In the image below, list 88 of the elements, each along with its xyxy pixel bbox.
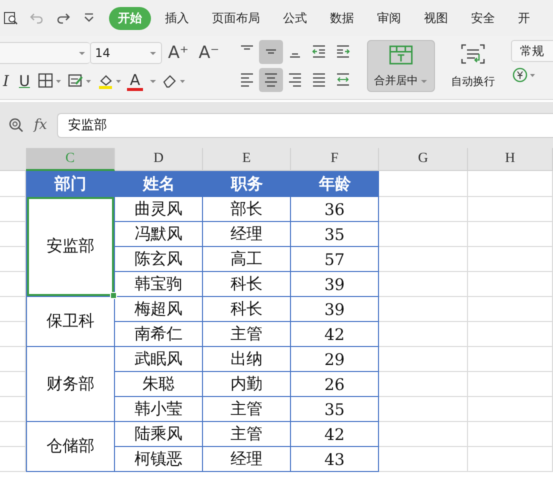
age-cell: 43: [291, 447, 379, 472]
age-cell: 35: [291, 397, 379, 422]
title-cell: 内勤: [203, 372, 291, 397]
age-cell: 42: [291, 322, 379, 347]
empty-cell: [0, 297, 26, 322]
age-cell: 42: [291, 422, 379, 447]
name-cell: 武眠风: [115, 347, 203, 372]
caret-icon[interactable]: [149, 77, 158, 85]
title-cell: 主管: [203, 397, 291, 422]
menu-tab[interactable]: 公式: [274, 6, 316, 30]
center-align-icon[interactable]: [259, 68, 284, 92]
name-cell: 韩小莹: [115, 397, 203, 422]
name-cell: 韩宝驹: [115, 272, 203, 297]
formula-input[interactable]: 安监部: [57, 112, 553, 138]
title-cell: 部长: [203, 197, 291, 222]
merge-cells-icon: [388, 44, 414, 66]
function-label[interactable]: fx: [34, 117, 48, 133]
title-cell: 科长: [203, 272, 291, 297]
age-cell: 39: [291, 272, 379, 297]
column-header[interactable]: G: [379, 148, 468, 171]
menu-tab[interactable]: 页面布局: [203, 6, 269, 30]
caret-icon[interactable]: [78, 49, 86, 57]
header-cell: 职务: [203, 171, 291, 197]
name-cell: 梅超风: [115, 297, 203, 322]
font-size-field[interactable]: 14: [90, 42, 162, 64]
title-cell: 高工: [203, 247, 291, 272]
menu-tab[interactable]: 开: [509, 6, 539, 30]
title-cell: 经理: [203, 222, 291, 247]
middle-align-icon[interactable]: [259, 40, 284, 64]
wrap-text-button[interactable]: 自动换行: [447, 40, 500, 92]
empty-cell: [0, 347, 26, 372]
empty-cell: [0, 447, 26, 472]
wrap-text-icon: [460, 43, 486, 65]
title-cell: 经理: [203, 447, 291, 472]
header-cell: 部门: [26, 171, 115, 197]
number-format-field[interactable]: 常规: [511, 40, 553, 62]
decrease-font-button[interactable]: A⁻: [194, 43, 224, 63]
font-size-value: 14: [95, 46, 110, 60]
name-cell: 陈玄风: [115, 247, 203, 272]
age-cell: 39: [291, 297, 379, 322]
department-cell: 安监部: [26, 197, 115, 297]
menu-tab[interactable]: 插入: [156, 6, 198, 30]
menu-tab[interactable]: 数据: [321, 6, 363, 30]
empty-cell: [0, 397, 26, 422]
department-cell: 保卫科: [26, 297, 115, 347]
menu-tab[interactable]: 视图: [415, 6, 457, 30]
wrap-text-label: 自动换行: [451, 74, 496, 89]
italic-button[interactable]: I: [0, 72, 12, 90]
merge-center-button[interactable]: 合并居中: [367, 40, 436, 92]
name-cell: 陆乘风: [115, 422, 203, 447]
caret-icon[interactable]: [149, 49, 157, 57]
empty-cell: [0, 372, 26, 397]
empty-cell: [0, 222, 26, 247]
title-cell: 科长: [203, 297, 291, 322]
currency-icon[interactable]: [511, 66, 538, 84]
empty-cell: [0, 197, 26, 222]
age-cell: 29: [291, 347, 379, 372]
department-cell: 财务部: [26, 347, 115, 422]
zoom-icon[interactable]: [8, 117, 24, 133]
name-cell: 曲灵风: [115, 197, 203, 222]
increase-font-button[interactable]: A⁺: [164, 43, 193, 63]
font-name-field[interactable]: [0, 42, 90, 64]
menu-tab[interactable]: 安全: [462, 6, 504, 30]
title-cell: 主管: [203, 422, 291, 447]
empty-cell: [0, 272, 26, 297]
empty-cell: [0, 422, 26, 447]
title-cell: 出纳: [203, 347, 291, 372]
empty-cell: [0, 247, 26, 272]
name-cell: 南希仁: [115, 322, 203, 347]
column-header[interactable]: H: [468, 148, 553, 171]
header-cell: 姓名: [115, 171, 203, 197]
menu-tab[interactable]: 审阅: [368, 6, 410, 30]
age-cell: 57: [291, 247, 379, 272]
name-cell: 柯镇恶: [115, 447, 203, 472]
font-color-button[interactable]: A: [126, 72, 144, 90]
age-cell: 26: [291, 372, 379, 397]
print-preview-icon[interactable]: [3, 10, 19, 26]
borders-icon[interactable]: [36, 72, 63, 90]
empty-cell: [0, 322, 26, 347]
header-cell: 年龄: [291, 171, 379, 197]
age-cell: 36: [291, 197, 379, 222]
department-cell: 仓储部: [26, 422, 115, 472]
title-cell: 主管: [203, 322, 291, 347]
name-cell: 冯默风: [115, 222, 203, 247]
age-cell: 35: [291, 222, 379, 247]
merge-center-label: 合并居中: [374, 73, 418, 88]
name-cell: 朱聪: [115, 372, 203, 397]
underline-button[interactable]: U: [16, 72, 33, 90]
